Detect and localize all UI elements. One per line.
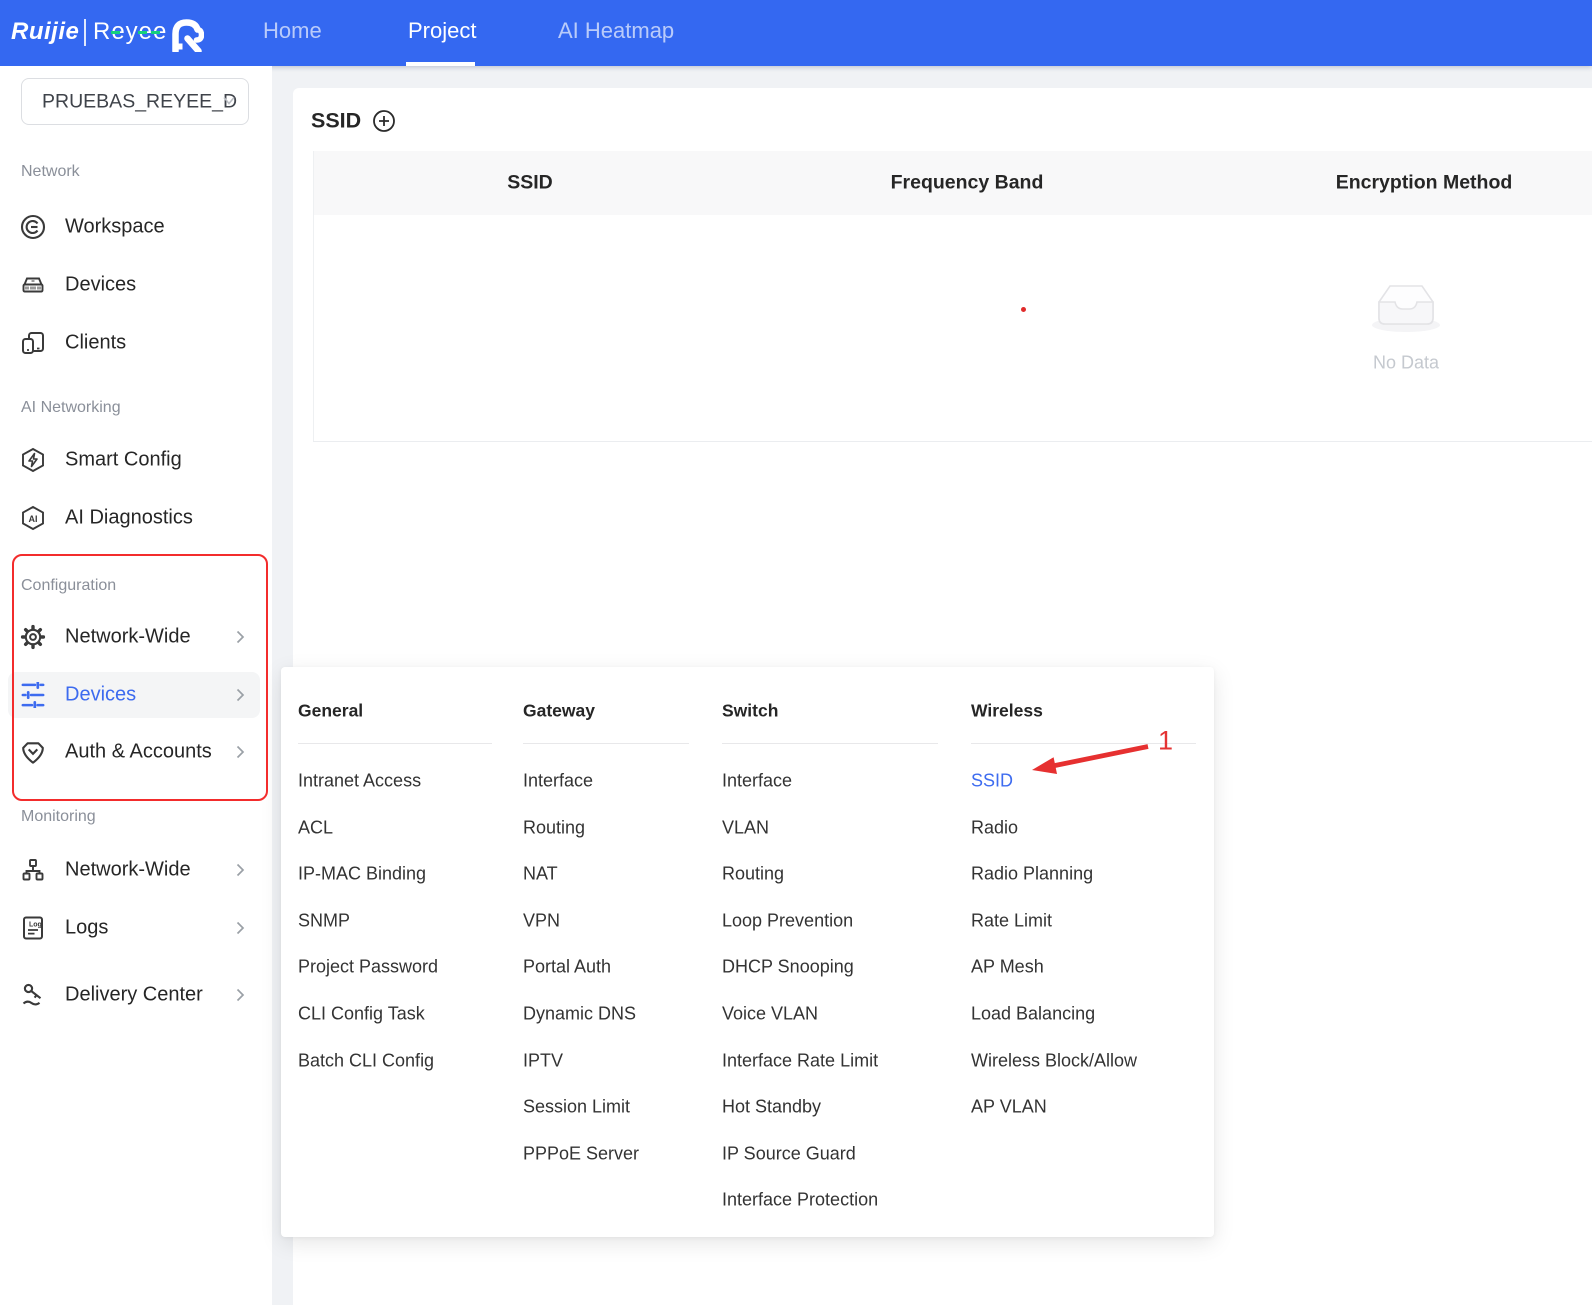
svg-text:AI: AI — [29, 514, 38, 524]
svg-text:Log: Log — [29, 922, 42, 929]
